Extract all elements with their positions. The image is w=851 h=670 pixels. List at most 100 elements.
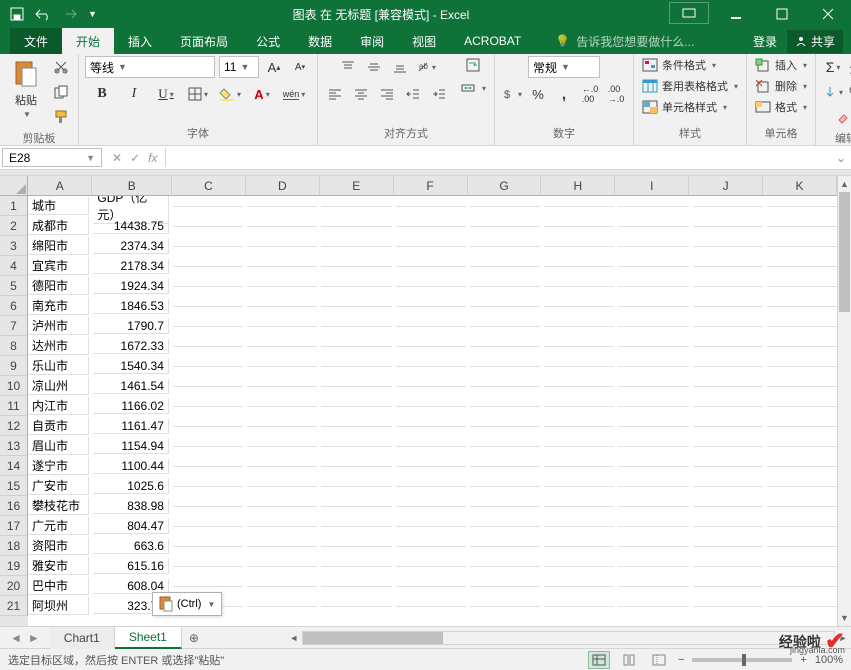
cell[interactable]	[618, 566, 688, 567]
cell[interactable]: 绵阳市	[28, 237, 89, 255]
name-box[interactable]: E28▼	[2, 148, 102, 167]
fx-icon[interactable]: fx	[148, 151, 157, 165]
cell[interactable]	[693, 266, 763, 267]
cell[interactable]	[767, 346, 837, 347]
delete-cells-button[interactable]: 删除▾	[753, 77, 809, 95]
row-header[interactable]: 6	[0, 296, 28, 316]
cell[interactable]	[618, 466, 688, 467]
percent-format-icon[interactable]: %	[527, 83, 549, 105]
cell[interactable]	[247, 366, 317, 367]
cell[interactable]	[321, 506, 391, 507]
underline-button[interactable]: U▾	[155, 83, 177, 105]
cell[interactable]	[470, 426, 540, 427]
cell[interactable]: 自贡市	[28, 417, 89, 435]
cell[interactable]	[544, 226, 614, 227]
cell[interactable]	[173, 386, 243, 387]
cell[interactable]	[693, 486, 763, 487]
cell[interactable]: 1846.53	[93, 299, 169, 314]
cell[interactable]	[247, 526, 317, 527]
cell[interactable]: 巴中市	[28, 577, 89, 595]
cell[interactable]	[396, 566, 466, 567]
cell[interactable]	[321, 466, 391, 467]
cell[interactable]	[470, 526, 540, 527]
row-header[interactable]: 19	[0, 556, 28, 576]
column-header[interactable]: I	[615, 176, 689, 196]
cell[interactable]: 1461.54	[93, 379, 169, 394]
cell[interactable]: 1161.47	[93, 419, 169, 434]
cell[interactable]: 广元市	[28, 517, 89, 535]
cell[interactable]	[470, 406, 540, 407]
login-link[interactable]: 登录	[753, 33, 777, 50]
tab-layout[interactable]: 页面布局	[166, 28, 242, 54]
cell[interactable]	[396, 426, 466, 427]
cell[interactable]	[767, 546, 837, 547]
cell[interactable]	[247, 506, 317, 507]
cell[interactable]	[693, 526, 763, 527]
cell[interactable]	[544, 366, 614, 367]
paste-button[interactable]: 粘贴 ▼	[6, 56, 46, 121]
cell[interactable]: 攀枝花市	[28, 497, 89, 515]
scroll-down-icon[interactable]: ▼	[838, 610, 851, 626]
align-middle-icon[interactable]	[363, 56, 385, 78]
cell[interactable]: 雅安市	[28, 557, 89, 575]
scrollbar-thumb[interactable]	[839, 192, 850, 312]
cell[interactable]	[618, 226, 688, 227]
cell[interactable]	[321, 406, 391, 407]
save-icon[interactable]	[10, 7, 24, 21]
expand-formula-bar-icon[interactable]: ⌄	[831, 146, 851, 169]
cell[interactable]	[693, 446, 763, 447]
cell[interactable]	[173, 466, 243, 467]
formula-input[interactable]	[166, 146, 831, 169]
cell[interactable]	[693, 346, 763, 347]
tab-insert[interactable]: 插入	[114, 28, 166, 54]
cell[interactable]	[321, 606, 391, 607]
tab-data[interactable]: 数据	[294, 28, 346, 54]
normal-view-icon[interactable]	[588, 651, 610, 669]
cell[interactable]	[693, 546, 763, 547]
cell[interactable]	[618, 486, 688, 487]
cell[interactable]	[544, 406, 614, 407]
cell[interactable]	[544, 526, 614, 527]
cell[interactable]	[618, 406, 688, 407]
cell[interactable]	[544, 466, 614, 467]
row-header[interactable]: 14	[0, 456, 28, 476]
cell[interactable]	[544, 206, 614, 207]
cell[interactable]	[544, 566, 614, 567]
cell[interactable]	[321, 206, 391, 207]
row-header[interactable]: 12	[0, 416, 28, 436]
tab-acrobat[interactable]: ACROBAT	[450, 28, 535, 54]
cell[interactable]: 德阳市	[28, 277, 89, 295]
row-header[interactable]: 5	[0, 276, 28, 296]
cell[interactable]	[693, 286, 763, 287]
column-header[interactable]: D	[246, 176, 320, 196]
cell[interactable]	[767, 586, 837, 587]
cell[interactable]	[247, 306, 317, 307]
cell[interactable]	[396, 546, 466, 547]
cell[interactable]	[247, 426, 317, 427]
copy-icon[interactable]	[50, 81, 72, 103]
align-center-icon[interactable]	[350, 83, 372, 105]
row-header[interactable]: 16	[0, 496, 28, 516]
row-header[interactable]: 15	[0, 476, 28, 496]
cell[interactable]	[618, 586, 688, 587]
cell[interactable]	[321, 486, 391, 487]
cell[interactable]	[544, 486, 614, 487]
cell[interactable]	[693, 306, 763, 307]
redo-icon[interactable]	[62, 7, 78, 21]
column-header[interactable]: F	[394, 176, 468, 196]
cell[interactable]	[618, 546, 688, 547]
row-header[interactable]: 1	[0, 196, 28, 216]
cell[interactable]: 达州市	[28, 337, 89, 355]
autosum-icon[interactable]: Σ▾	[822, 56, 844, 78]
select-all-button[interactable]	[0, 176, 28, 196]
cell[interactable]	[767, 506, 837, 507]
format-as-table-button[interactable]: 套用表格格式▾	[640, 77, 740, 95]
cell[interactable]	[173, 426, 243, 427]
vertical-scrollbar[interactable]: ▲ ▼	[837, 176, 851, 626]
tab-formulas[interactable]: 公式	[242, 28, 294, 54]
cell[interactable]	[247, 226, 317, 227]
cell[interactable]: 城市	[28, 197, 89, 215]
cell[interactable]	[693, 606, 763, 607]
cell[interactable]	[173, 406, 243, 407]
cell[interactable]	[396, 306, 466, 307]
